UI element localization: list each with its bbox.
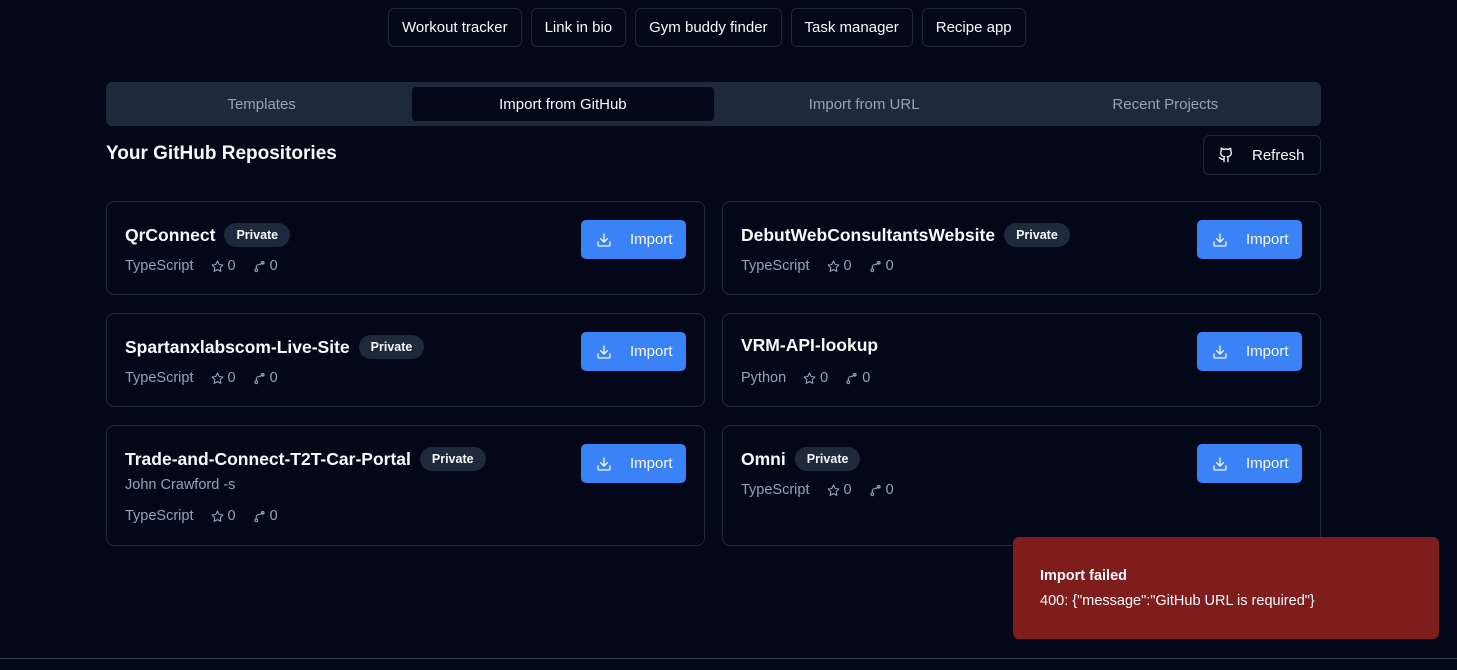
star-count: 0 [843, 482, 852, 498]
refresh-button[interactable]: Refresh [1203, 135, 1321, 175]
private-badge: Private [358, 335, 425, 359]
star-count: 0 [843, 258, 852, 274]
download-icon [1213, 232, 1227, 247]
star-icon [827, 260, 839, 272]
import-button[interactable]: Import [581, 444, 686, 483]
private-badge: Private [1004, 223, 1070, 247]
toast-message: 400: {"message":"GitHub URL is required"… [1040, 593, 1315, 609]
toast-title: Import failed [1040, 568, 1128, 584]
chip-workout-tracker[interactable]: Workout tracker [388, 8, 522, 47]
template-suggestions: Workout tracker Link in bio Gym buddy fi… [388, 8, 1026, 47]
tab-recent-projects[interactable]: Recent Projects [1015, 87, 1316, 121]
tab-import-from-url[interactable]: Import from URL [714, 87, 1015, 121]
git-fork-icon [869, 260, 881, 272]
import-label: Import [1246, 343, 1289, 360]
tab-templates[interactable]: Templates [111, 87, 412, 121]
fork-count: 0 [269, 508, 278, 524]
repo-language: TypeScript [125, 508, 194, 524]
repo-language: TypeScript [125, 370, 194, 386]
repo-name: VRM-API-lookup [741, 335, 879, 355]
import-button[interactable]: Import [1197, 332, 1302, 371]
source-tabs: Templates Import from GitHub Import from… [106, 82, 1321, 126]
repo-language: TypeScript [741, 258, 810, 274]
repo-card-spartanxlabscom-live-site: Spartanxlabscom-Live-Site Private TypeSc… [106, 313, 705, 407]
star-icon [211, 372, 223, 384]
star-icon [211, 260, 223, 272]
chip-link-in-bio[interactable]: Link in bio [530, 8, 627, 47]
import-label: Import [630, 343, 673, 360]
fork-count: 0 [269, 370, 278, 386]
error-toast[interactable]: Import failed 400: {"message":"GitHub UR… [1013, 537, 1439, 639]
import-button[interactable]: Import [1197, 444, 1302, 483]
import-button[interactable]: Import [581, 332, 686, 371]
refresh-label: Refresh [1252, 146, 1305, 164]
download-icon [597, 344, 611, 359]
chip-recipe-app[interactable]: Recipe app [921, 8, 1026, 47]
chip-gym-buddy-finder[interactable]: Gym buddy finder [635, 8, 782, 47]
repo-card-debutwebconsultantswebsite: DebutWebConsultantsWebsite Private TypeS… [722, 201, 1321, 295]
repo-card-vrm-api-lookup: VRM-API-lookup Python 0 0 Import [722, 313, 1321, 407]
github-icon [1218, 147, 1233, 163]
download-icon [597, 232, 611, 247]
star-count: 0 [227, 370, 236, 386]
git-fork-icon [253, 510, 265, 522]
page-title: Your GitHub Repositories [106, 143, 337, 164]
repo-name: Trade-and-Connect-T2T-Car-Portal [125, 448, 411, 469]
star-icon [827, 484, 839, 496]
repo-language: TypeScript [125, 258, 194, 274]
import-button[interactable]: Import [581, 220, 686, 259]
import-label: Import [630, 455, 673, 472]
fork-count: 0 [269, 258, 278, 274]
repo-language: Python [741, 370, 787, 386]
repo-card-omni: Omni Private TypeScript 0 0 Import [722, 425, 1321, 546]
star-icon [211, 510, 223, 522]
private-badge: Private [794, 447, 861, 471]
fork-count: 0 [862, 370, 871, 386]
repo-description: John Crawford -s [125, 477, 236, 493]
star-count: 0 [227, 258, 236, 274]
fork-count: 0 [885, 258, 894, 274]
import-button[interactable]: Import [1197, 220, 1302, 259]
import-label: Import [630, 231, 673, 248]
star-icon [803, 372, 816, 384]
repo-name: Omni [741, 448, 786, 469]
import-label: Import [1246, 455, 1289, 472]
star-count: 0 [820, 370, 829, 386]
download-icon [1213, 344, 1227, 359]
private-badge: Private [419, 447, 486, 471]
bottom-divider [0, 658, 1457, 670]
fork-count: 0 [885, 482, 894, 498]
download-icon [1213, 456, 1227, 471]
git-fork-icon [846, 372, 857, 384]
download-icon [597, 456, 611, 471]
private-badge: Private [224, 223, 291, 247]
tab-import-from-github[interactable]: Import from GitHub [412, 87, 714, 121]
repo-language: TypeScript [741, 482, 810, 498]
repo-card-trade-and-connect-t2t-car-portal: Trade-and-Connect-T2T-Car-Portal Private… [106, 425, 705, 546]
chip-task-manager[interactable]: Task manager [790, 8, 913, 47]
git-fork-icon [253, 260, 265, 272]
import-label: Import [1246, 231, 1289, 248]
repo-name: DebutWebConsultantsWebsite [741, 224, 996, 245]
star-count: 0 [227, 508, 236, 524]
repo-name: Spartanxlabscom-Live-Site [125, 336, 350, 357]
repo-card-qrconnect: QrConnect Private TypeScript 0 0 Import [106, 201, 705, 295]
git-fork-icon [253, 372, 265, 384]
git-fork-icon [869, 484, 881, 496]
repo-name: QrConnect [125, 224, 216, 245]
